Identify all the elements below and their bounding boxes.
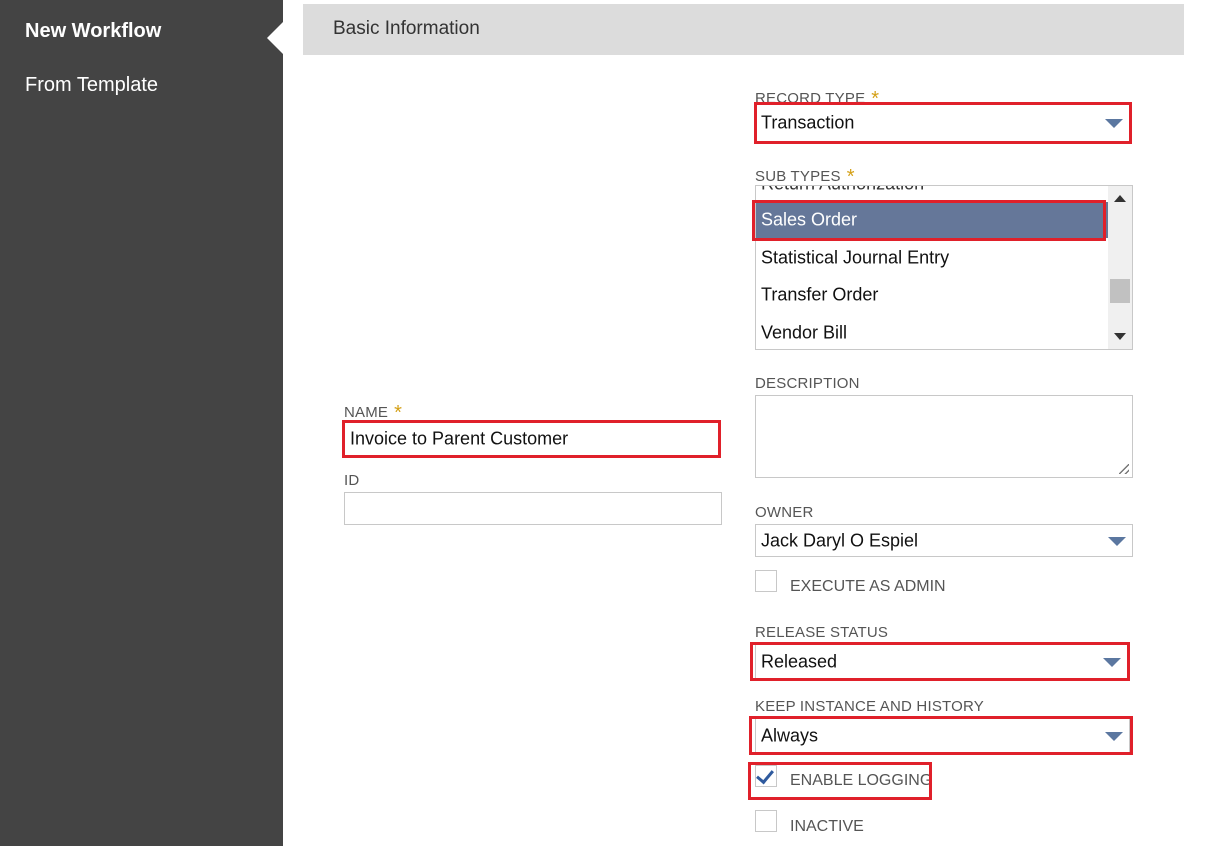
chevron-down-icon[interactable] [1108, 536, 1126, 546]
owner-label: OWNER [755, 504, 814, 521]
section-header[interactable]: Basic Information [303, 4, 1184, 55]
record-type-select[interactable]: Transaction [755, 104, 1130, 142]
enable-logging-label: ENABLE LOGGING [790, 772, 933, 789]
sidebar: New Workflow From Template [0, 0, 283, 846]
scroll-up-icon[interactable] [1114, 195, 1126, 202]
resize-handle-icon[interactable] [1119, 464, 1129, 474]
scroll-thumb[interactable] [1110, 279, 1130, 303]
owner-select[interactable]: Jack Daryl O Espiel [755, 524, 1133, 557]
name-input[interactable]: Invoice to Parent Customer [344, 422, 720, 456]
required-marker: * [394, 402, 403, 424]
active-indicator [267, 22, 283, 54]
release-status-label: RELEASE STATUS [755, 624, 889, 641]
sidebar-item-new-workflow[interactable]: New Workflow [25, 20, 161, 43]
enable-logging-checkbox[interactable] [755, 765, 777, 787]
scrollbar[interactable] [1108, 186, 1132, 349]
sub-types-label: SUB TYPES * [755, 166, 855, 188]
id-label: ID [344, 472, 360, 489]
description-textarea[interactable] [755, 395, 1133, 478]
keep-instance-value: Always [761, 725, 819, 745]
inactive-label: INACTIVE [790, 818, 864, 835]
release-status-select[interactable]: Released [755, 644, 1128, 679]
list-item-selected[interactable]: Sales Order [756, 202, 1108, 238]
chevron-down-icon[interactable] [1105, 731, 1123, 741]
section-title: Basic Information [333, 18, 480, 39]
list-item[interactable]: Vendor Bill [756, 315, 1108, 349]
keep-instance-select[interactable]: Always [755, 718, 1130, 753]
scroll-down-icon[interactable] [1114, 333, 1126, 340]
sub-types-listbox[interactable]: Return Authorization Sales Order Statist… [755, 185, 1133, 350]
list-item[interactable]: Transfer Order [756, 277, 1108, 313]
keep-instance-label: KEEP INSTANCE AND HISTORY [755, 698, 984, 715]
id-input[interactable] [344, 492, 722, 525]
name-label: NAME * [344, 402, 403, 424]
execute-as-admin-checkbox[interactable] [755, 570, 777, 592]
name-value: Invoice to Parent Customer [350, 428, 569, 449]
list-item[interactable]: Statistical Journal Entry [756, 240, 1108, 276]
execute-as-admin-label: EXECUTE AS ADMIN [790, 578, 946, 595]
release-status-value: Released [761, 651, 838, 671]
chevron-down-icon[interactable] [1103, 657, 1121, 667]
inactive-checkbox[interactable] [755, 810, 777, 832]
record-type-value: Transaction [761, 112, 855, 133]
description-label: DESCRIPTION [755, 375, 860, 392]
chevron-down-icon[interactable] [1105, 119, 1123, 128]
sidebar-item-from-template[interactable]: From Template [25, 74, 158, 97]
checkmark-icon [756, 765, 774, 785]
list-item[interactable]: Return Authorization [756, 186, 1108, 202]
owner-value: Jack Daryl O Espiel [761, 530, 919, 550]
